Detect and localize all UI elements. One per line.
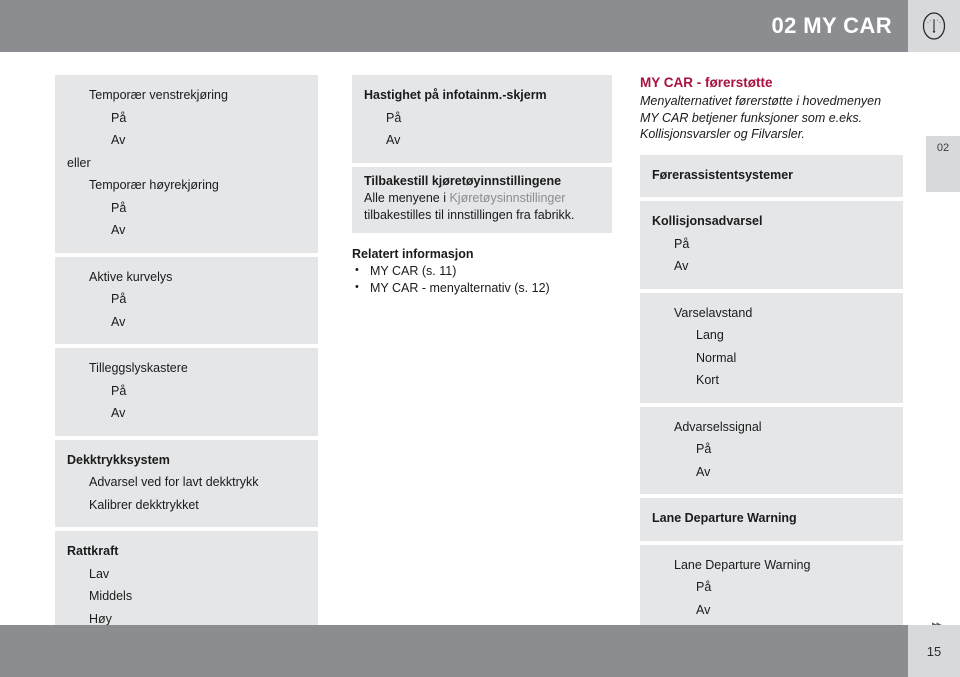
left-column: Temporær venstrekjøring På Av eller Temp… (55, 75, 318, 645)
menu-heading[interactable]: Rattkraft (67, 540, 306, 563)
reset-body: Alle menyene i Kjøretøysinnstillinger ti… (364, 190, 600, 224)
menu-box: Temporær venstrekjøring På Av eller Temp… (55, 75, 318, 253)
gauge-icon (922, 12, 946, 40)
menu-row[interactable]: Av (652, 255, 891, 278)
related-information: Relatert informasjon MY CAR (s. 11) MY C… (352, 247, 612, 297)
list-item[interactable]: MY CAR - menyalternativ (s. 12) (352, 279, 612, 297)
reset-body-post: tilbakestilles til innstillingen fra fab… (364, 207, 575, 222)
menu-box: Førerassistentsystemer (640, 154, 903, 197)
menu-row[interactable]: På (364, 107, 600, 130)
menu-row[interactable]: Aktive kurvelys (67, 266, 306, 289)
page-footer: 15 (0, 625, 960, 677)
related-list: MY CAR (s. 11) MY CAR - menyalternativ (… (352, 262, 612, 297)
chapter-tab-label: 02 (936, 142, 950, 154)
menu-heading[interactable]: Lane Departure Warning (652, 507, 891, 530)
menu-row[interactable]: Kort (652, 369, 891, 392)
menu-row[interactable]: Advarsel ved for lavt dekktrykk (67, 471, 306, 494)
menu-row[interactable]: Av (652, 461, 891, 484)
menu-box: Dekktrykksystem Advarsel ved for lavt de… (55, 439, 318, 527)
page-header: 02 MY CAR (0, 0, 960, 52)
menu-row[interactable]: Av (67, 402, 306, 425)
chapter-tab[interactable]: 02 (926, 136, 960, 192)
footer-band (0, 625, 908, 677)
menu-row[interactable]: Av (652, 599, 891, 622)
menu-box: Lane Departure Warning På Av (640, 544, 903, 632)
menu-row[interactable]: Middels (67, 585, 306, 608)
menu-box: Lane Departure Warning (640, 498, 903, 541)
section-title: MY CAR - førerstøtte (640, 75, 773, 90)
header-band: 02 MY CAR (0, 0, 908, 52)
header-icon-cell (908, 0, 960, 52)
menu-heading[interactable]: Kollisjonsadvarsel (652, 210, 891, 233)
page-title: 02 MY CAR (771, 13, 892, 38)
menu-row[interactable]: På (652, 438, 891, 461)
reset-body-pre: Alle menyene i (364, 190, 450, 205)
reset-heading: Tilbakestill kjøretøyinnstillingene (364, 173, 562, 188)
manual-page: 02 MY CAR 02 Temporær venstrekjøring På … (0, 0, 960, 677)
menu-row[interactable]: Tilleggslyskastere (67, 357, 306, 380)
menu-row[interactable]: Advarselssignal (652, 416, 891, 439)
menu-box: Hastighet på infotainm.-skjerm På Av (352, 75, 612, 163)
menu-row[interactable]: Temporær venstrekjøring (67, 84, 306, 107)
menu-row[interactable]: På (67, 197, 306, 220)
menu-row[interactable]: På (652, 576, 891, 599)
menu-row[interactable]: På (67, 380, 306, 403)
alternative-separator: eller (67, 155, 91, 170)
menu-heading[interactable]: Dekktrykksystem (67, 449, 306, 472)
menu-reference[interactable]: Kjøretøysinnstillinger (449, 191, 565, 205)
list-item[interactable]: MY CAR (s. 11) (352, 262, 612, 280)
menu-box: Varselavstand Lang Normal Kort (640, 292, 903, 403)
menu-row[interactable]: På (67, 107, 306, 130)
page-number: 15 (908, 625, 960, 677)
menu-row[interactable]: Av (364, 129, 600, 152)
menu-heading[interactable]: Hastighet på infotainm.-skjerm (364, 84, 600, 107)
menu-box: Aktive kurvelys På Av (55, 256, 318, 344)
menu-row[interactable]: På (67, 288, 306, 311)
menu-row[interactable]: Varselavstand (652, 302, 891, 325)
menu-box: Tilleggslyskastere På Av (55, 348, 318, 436)
menu-row[interactable]: På (652, 233, 891, 256)
menu-row[interactable]: Av (67, 219, 306, 242)
menu-box: Kollisjonsadvarsel På Av (640, 201, 903, 289)
menu-row[interactable]: Lang (652, 324, 891, 347)
menu-row[interactable]: Kalibrer dekktrykket (67, 494, 306, 517)
menu-row[interactable]: Av (67, 129, 306, 152)
menu-box: Advarselssignal På Av (640, 406, 903, 494)
menu-row[interactable]: Temporær høyrekjøring (67, 174, 306, 197)
middle-column: Hastighet på infotainm.-skjerm På Av Til… (352, 75, 612, 297)
menu-row[interactable]: Lane Departure Warning (652, 554, 891, 577)
menu-row[interactable]: Av (67, 311, 306, 334)
menu-row[interactable]: Lav (67, 563, 306, 586)
related-heading: Relatert informasjon (352, 246, 474, 261)
section-intro: Menyalternativet førerstøtte i hovedmeny… (640, 94, 882, 141)
right-column: MY CAR - førerstøtte Menyalternativet fø… (640, 75, 903, 636)
reset-info-box: Tilbakestill kjøretøyinnstillingene Alle… (352, 166, 612, 233)
menu-heading[interactable]: Førerassistentsystemer (652, 164, 891, 187)
menu-row[interactable]: Normal (652, 347, 891, 370)
